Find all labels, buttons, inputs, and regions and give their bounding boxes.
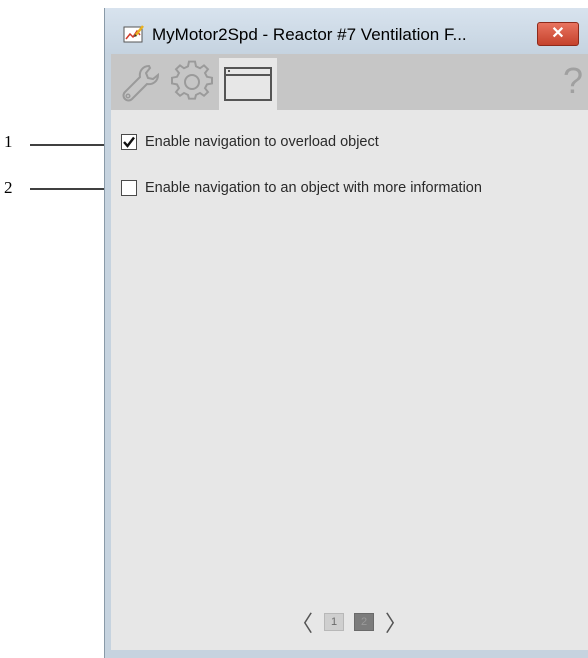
window-icon <box>224 67 272 101</box>
tab-navigation[interactable] <box>219 58 277 110</box>
page-2-button[interactable]: 2 <box>354 613 375 631</box>
more-info-navigation-checkbox[interactable] <box>121 180 137 196</box>
previous-page-button[interactable]: 〈 <box>291 606 313 638</box>
gear-icon <box>171 60 213 100</box>
callout-number-1: 1 <box>4 132 13 151</box>
callout-number-2: 2 <box>4 178 13 197</box>
page-navigator: 〈 1 2 〉 <box>291 606 407 638</box>
help-icon[interactable]: ? <box>563 60 583 102</box>
option-overload-navigation[interactable]: Enable navigation to overload object <box>121 134 379 150</box>
page-1-button[interactable]: 1 <box>324 613 345 631</box>
tab-maintenance[interactable] <box>115 58 165 110</box>
toolbar: ? <box>111 54 588 110</box>
tab-engineering[interactable] <box>167 58 217 110</box>
faceplate-panel: ? Enable navigation to overload object E… <box>111 54 588 650</box>
wrench-icon <box>122 64 160 102</box>
more-info-navigation-label: Enable navigation to an object with more… <box>145 180 482 196</box>
overload-navigation-label: Enable navigation to overload object <box>145 134 379 150</box>
title-bar[interactable]: MyMotor2Spd - Reactor #7 Ventilation F..… <box>105 8 588 54</box>
faceplate-window: MyMotor2Spd - Reactor #7 Ventilation F..… <box>104 8 588 658</box>
option-more-info-navigation[interactable]: Enable navigation to an object with more… <box>121 180 482 196</box>
app-icon <box>123 25 144 43</box>
overload-navigation-checkbox[interactable] <box>121 134 137 150</box>
window-title: MyMotor2Spd - Reactor #7 Ventilation F..… <box>152 25 467 44</box>
checkmark-icon <box>123 136 135 148</box>
close-button[interactable]: ✕ <box>537 22 579 46</box>
next-page-button[interactable]: 〉 <box>385 606 407 638</box>
